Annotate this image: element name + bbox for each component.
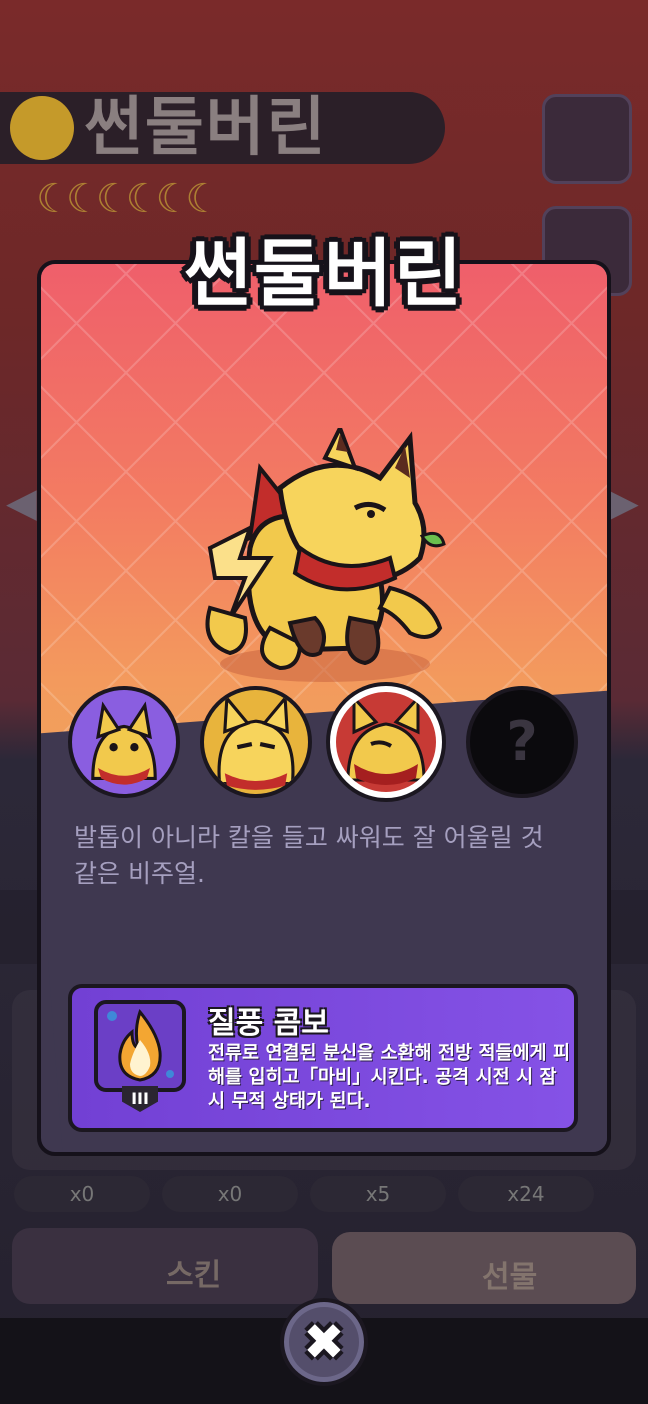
background-stat: x24	[458, 1176, 594, 1212]
background-stat: x0	[14, 1176, 150, 1212]
background-side-button	[542, 94, 632, 184]
skill-level-badge: III	[122, 1086, 158, 1112]
background-skin-button	[12, 1228, 318, 1304]
skill-description: 전류로 연결된 분신을 소환해 전방 적들에게 피해를 입히고「마비」시킨다. …	[208, 1043, 571, 1112]
background-element-badge	[10, 96, 74, 160]
skin-portrait-2	[217, 694, 295, 790]
background-title: 썬둘버린	[84, 91, 328, 165]
hero-title: 썬둘버린	[183, 231, 465, 317]
skill-name: 질풍 콤보	[208, 1006, 329, 1041]
background-skin-label: 스킨	[166, 1258, 222, 1293]
background-stat: x5	[310, 1176, 446, 1212]
skin-option-1[interactable]	[68, 686, 180, 798]
locked-skin-question-icon: ?	[506, 710, 538, 773]
skill-icon-frame: III	[94, 1000, 186, 1112]
close-button[interactable]: ✖	[280, 1298, 368, 1386]
background-stat: x0	[162, 1176, 298, 1212]
skin-option-locked[interactable]: ?	[466, 686, 578, 798]
background-gift-label: 선물	[482, 1260, 538, 1295]
close-icon: ✖	[303, 1313, 345, 1371]
skill-panel: III 질풍 콤보 전류로 연결된 분신을 소환해 전방 적들에게 피해를 입히…	[68, 984, 578, 1132]
skin-option-2[interactable]	[200, 686, 312, 798]
skin-portrait-3	[346, 694, 426, 785]
background-left-arrow-icon: ◀	[6, 480, 37, 526]
hero-illustration	[205, 428, 446, 682]
skin-portrait-1	[91, 701, 157, 785]
flame-icon	[107, 1008, 174, 1082]
background-right-arrow-icon: ▶	[608, 480, 639, 526]
skin-option-3[interactable]	[330, 686, 442, 798]
skin-description: 발톱이 아니라 칼을 들고 싸워도 잘 어울릴 것 같은 비주얼.	[74, 823, 544, 888]
